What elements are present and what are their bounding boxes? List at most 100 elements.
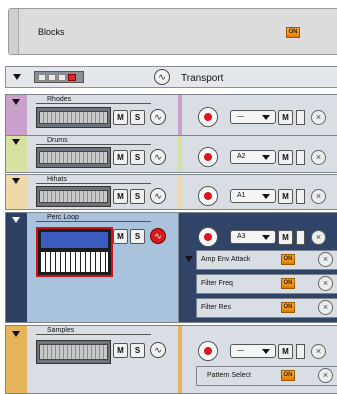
collapse-triangle-icon[interactable] <box>12 178 20 184</box>
name-underline <box>36 144 151 145</box>
close-icon[interactable]: × <box>311 150 326 165</box>
track-name: Samples <box>47 327 75 334</box>
close-icon[interactable]: × <box>311 230 326 245</box>
lane-mute-button[interactable]: M <box>278 344 293 359</box>
lane-on-button[interactable]: ON <box>281 254 295 265</box>
lane-slider[interactable] <box>296 344 305 359</box>
pattern-dropdown[interactable]: A1 <box>230 189 276 203</box>
lane-divider <box>178 175 182 209</box>
lane-label: Filter Res <box>201 304 231 311</box>
mute-button[interactable]: M <box>113 229 128 244</box>
close-icon[interactable]: × <box>311 110 326 125</box>
solo-button[interactable]: S <box>130 189 145 204</box>
mute-button[interactable]: M <box>113 189 128 204</box>
transport-label: Transport <box>181 73 224 84</box>
chevron-down-icon <box>262 349 270 354</box>
track-name: Drums <box>47 137 68 144</box>
record-button[interactable] <box>198 341 218 361</box>
chevron-down-icon <box>262 155 270 160</box>
lane-on-button[interactable]: ON <box>281 370 295 381</box>
close-icon[interactable]: × <box>318 276 333 291</box>
blocks-on-button[interactable]: ON <box>286 27 300 38</box>
close-icon[interactable]: × <box>318 368 333 383</box>
waveform-icon[interactable]: ∿ <box>150 342 166 358</box>
collapse-triangle-icon[interactable] <box>13 74 21 80</box>
collapse-triangle-icon[interactable] <box>12 217 20 223</box>
device-thumbnail-selected[interactable] <box>36 227 113 277</box>
mini-button-1[interactable] <box>38 74 46 81</box>
pattern-value: A2 <box>237 153 246 160</box>
lane-slider[interactable] <box>296 150 305 165</box>
lane-label: Amp Env Attack <box>201 256 251 263</box>
automation-expand-icon[interactable] <box>185 256 193 262</box>
name-underline <box>36 334 151 335</box>
lane-mute-button[interactable]: M <box>278 189 293 204</box>
lane-mute-button[interactable]: M <box>278 150 293 165</box>
chevron-down-icon <box>262 235 270 240</box>
pattern-value: — <box>237 113 244 120</box>
blocks-panel: Blocks ON <box>8 8 337 55</box>
pattern-dropdown[interactable]: — <box>230 110 276 124</box>
waveform-icon[interactable]: ∿ <box>150 109 166 125</box>
transport-mini-buttons[interactable] <box>34 71 84 83</box>
lane-on-button[interactable]: ON <box>281 302 295 313</box>
mute-button[interactable]: M <box>113 343 128 358</box>
solo-button[interactable]: S <box>130 229 145 244</box>
collapse-triangle-icon[interactable] <box>12 99 20 105</box>
track-color-strip <box>6 213 27 322</box>
mute-button[interactable]: M <box>113 150 128 165</box>
lane-slider[interactable] <box>296 110 305 125</box>
collapse-triangle-icon[interactable] <box>12 139 20 145</box>
mute-button[interactable]: M <box>113 110 128 125</box>
solo-button[interactable]: S <box>130 343 145 358</box>
record-button[interactable] <box>198 186 218 206</box>
pattern-value: A3 <box>237 233 246 240</box>
chevron-down-icon <box>262 115 270 120</box>
record-button[interactable] <box>198 147 218 167</box>
mini-button-record[interactable] <box>68 74 76 81</box>
waveform-icon[interactable]: ∿ <box>154 69 170 85</box>
lane-label: Pattern Select <box>207 372 251 379</box>
pattern-dropdown[interactable]: A3 <box>230 230 276 244</box>
lane-divider <box>178 136 182 172</box>
waveform-icon-active[interactable]: ∿ <box>150 228 166 244</box>
mini-button-2[interactable] <box>48 74 56 81</box>
solo-button[interactable]: S <box>130 150 145 165</box>
transport-row: ∿ Transport <box>5 66 337 88</box>
close-icon[interactable]: × <box>318 252 333 267</box>
pattern-dropdown[interactable]: — <box>230 344 276 358</box>
lane-slider[interactable] <box>296 230 305 245</box>
device-thumbnail[interactable] <box>36 107 111 128</box>
track-name: Perc Loop <box>47 214 79 221</box>
close-icon[interactable]: × <box>311 189 326 204</box>
lane-mute-button[interactable]: M <box>278 230 293 245</box>
device-thumbnail[interactable] <box>36 186 111 207</box>
lane-divider <box>178 326 182 393</box>
lane-divider <box>178 95 182 139</box>
chevron-down-icon <box>262 194 270 199</box>
device-thumbnail[interactable] <box>36 147 111 168</box>
lane-on-button[interactable]: ON <box>281 278 295 289</box>
waveform-icon[interactable]: ∿ <box>150 149 166 165</box>
lane-mute-button[interactable]: M <box>278 110 293 125</box>
automation-lane: Amp Env Attack ON × <box>196 250 337 270</box>
name-underline <box>36 221 151 222</box>
track-rhodes: Rhodes M S ∿ — M × <box>5 94 337 140</box>
lane-label: Filter Freq <box>201 280 233 287</box>
waveform-icon[interactable]: ∿ <box>150 188 166 204</box>
collapse-triangle-icon[interactable] <box>12 331 20 337</box>
pattern-dropdown[interactable]: A2 <box>230 150 276 164</box>
record-button[interactable] <box>198 227 218 247</box>
device-thumbnail[interactable] <box>36 340 111 364</box>
close-icon[interactable]: × <box>311 344 326 359</box>
automation-lane: Pattern Select ON × <box>196 366 337 386</box>
automation-lane: Filter Freq ON × <box>196 274 337 294</box>
record-button[interactable] <box>198 107 218 127</box>
mini-button-3[interactable] <box>58 74 66 81</box>
lane-slider[interactable] <box>296 189 305 204</box>
automation-lane: Filter Res ON × <box>196 298 337 318</box>
track-name: Rhodes <box>47 96 72 103</box>
close-icon[interactable]: × <box>318 300 333 315</box>
track-hihats: Hihats M S ∿ A1 M × <box>5 174 337 210</box>
solo-button[interactable]: S <box>130 110 145 125</box>
